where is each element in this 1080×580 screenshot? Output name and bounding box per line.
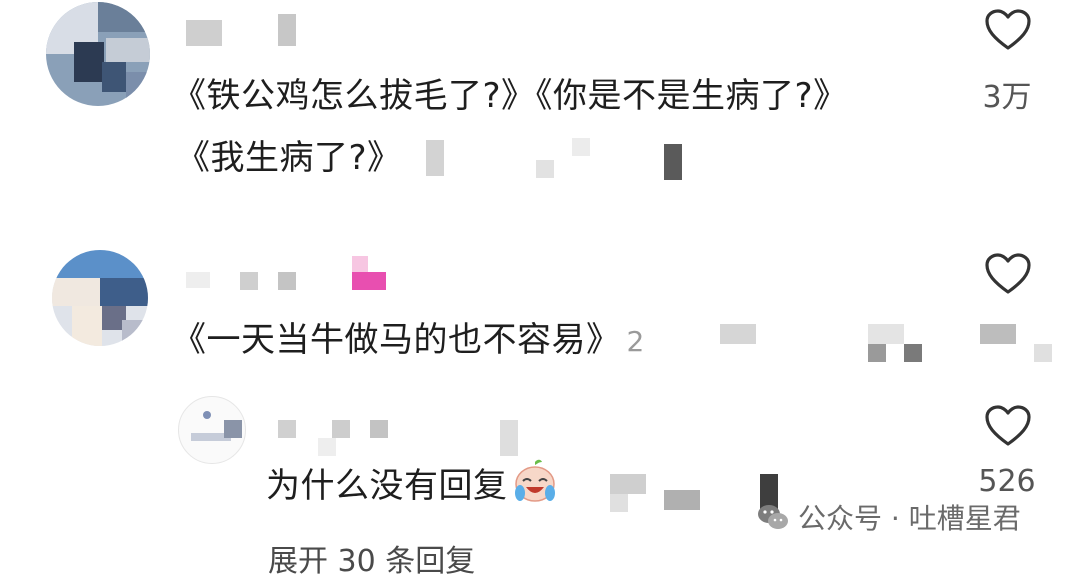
comment-text-content: 《一天当牛做马的也不容易》: [172, 320, 621, 360]
expand-replies-link[interactable]: 展开 30 条回复: [268, 536, 475, 580]
timestamp-mosaic: [536, 160, 554, 178]
username-mosaic: [352, 256, 368, 272]
timestamp-mosaic: [868, 344, 886, 362]
timestamp-mosaic: [1034, 344, 1052, 362]
watermark-text: 公众号 · 吐槽星君: [798, 502, 1021, 535]
username-mosaic: [224, 420, 242, 438]
like-count: 3万: [982, 80, 1032, 115]
heart-outline-icon[interactable]: [984, 252, 1032, 296]
avatar[interactable]: [46, 2, 150, 106]
username-mosaic: [186, 272, 210, 288]
timestamp-mosaic: [868, 324, 904, 344]
wechat-icon: [758, 505, 788, 529]
timestamp-mosaic: [980, 324, 1016, 344]
username-mosaic: [332, 420, 350, 438]
timestamp-mosaic: [904, 344, 922, 362]
comment-text: 《我生病了?》: [176, 138, 402, 178]
inline-number: 2: [626, 325, 645, 358]
heart-outline-icon[interactable]: [984, 404, 1032, 448]
username-mosaic: [278, 14, 296, 46]
comment-text: 《一天当牛做马的也不容易》 2: [172, 312, 645, 361]
username-mosaic: [278, 420, 296, 438]
username-mosaic: [500, 420, 518, 456]
reply-text: 为什么没有回复: [266, 458, 558, 507]
timestamp-mosaic: [664, 144, 682, 180]
watermark: 公众号 · 吐槽星君: [756, 497, 1021, 537]
username-mosaic: [352, 272, 386, 290]
username-mosaic: [240, 272, 258, 290]
username-mosaic: [370, 420, 388, 438]
username-mosaic: [186, 20, 222, 46]
avatar[interactable]: [52, 250, 148, 346]
heart-outline-icon[interactable]: [984, 8, 1032, 52]
timestamp-mosaic: [610, 494, 628, 512]
like-count: 526: [978, 464, 1036, 499]
timestamp-mosaic: [720, 324, 756, 344]
reply-text-content: 为什么没有回复: [266, 466, 508, 506]
timestamp-mosaic: [426, 140, 444, 176]
crying-laughing-face-icon: [514, 459, 555, 502]
username-mosaic: [278, 272, 296, 290]
timestamp-mosaic: [572, 138, 590, 156]
comment-text: 《铁公鸡怎么拔毛了?》《你是不是生病了?》: [172, 76, 848, 116]
username-mosaic: [318, 438, 336, 456]
timestamp-mosaic: [664, 490, 700, 510]
timestamp-mosaic: [610, 474, 646, 494]
